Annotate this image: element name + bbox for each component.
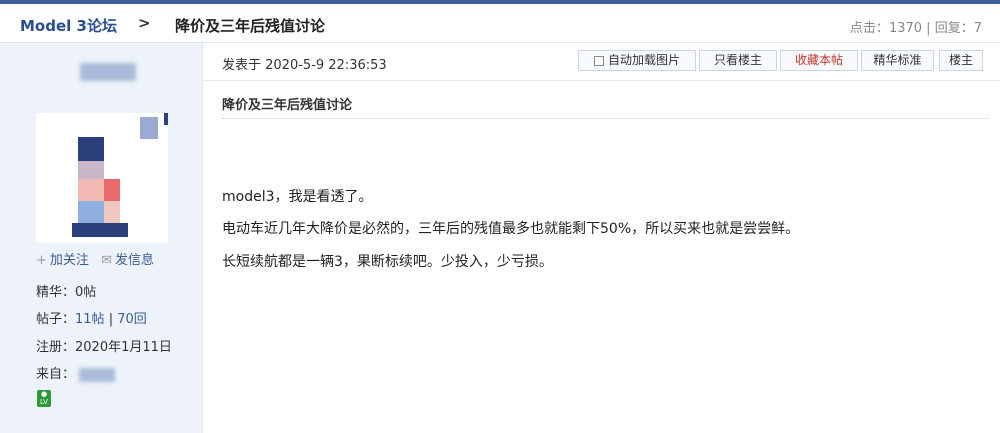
- posts-divider: |: [108, 312, 114, 327]
- post-line-1: model3，我是看透了。: [222, 189, 373, 205]
- from-location-blurred: [79, 367, 116, 382]
- post-header: 发表于 2020-5-9 22:36:53 自动加载图片 只看楼主 收藏本帖 精…: [203, 43, 1000, 81]
- post-timestamp: 发表于 2020-5-9 22:36:53: [222, 58, 387, 73]
- post-line-3: 长短续航都是一辆3，果断标续吧。少投入，少亏损。: [222, 254, 553, 270]
- replies-count: 7: [973, 21, 982, 36]
- views-label: 点击：: [849, 21, 889, 36]
- level-badge-icon: ● LV: [37, 390, 51, 407]
- breadcrumb-forum-link[interactable]: Model 3论坛: [20, 15, 117, 36]
- author-actions: + 加关注 ✉ 发信息: [36, 249, 154, 268]
- follow-button[interactable]: + 加关注: [36, 253, 89, 268]
- posts-link[interactable]: 11帖: [75, 312, 105, 327]
- follow-label: 加关注: [49, 253, 89, 268]
- author-posts: 帖子：11帖 | 70回: [36, 308, 147, 327]
- author-registered: 注册：2020年1月11日: [36, 340, 172, 355]
- author-username-blurred[interactable]: [80, 63, 136, 81]
- essence-standard-button[interactable]: 精华标准: [861, 50, 934, 71]
- floor-label: 楼主: [939, 50, 983, 71]
- plus-icon: +: [36, 253, 47, 268]
- from-label: 来自：: [36, 367, 76, 382]
- thread-header: Model 3论坛 > 降价及三年后残值讨论 点击：1370 | 回复：7: [0, 4, 1000, 43]
- breadcrumb-thread-title: 降价及三年后残值讨论: [175, 17, 326, 35]
- replies-label: 回复：: [934, 21, 974, 36]
- favorite-button[interactable]: 收藏本帖: [780, 50, 858, 71]
- title-divider: [222, 118, 988, 119]
- views-count: 1370: [888, 21, 923, 36]
- checkbox-icon[interactable]: [593, 55, 604, 66]
- replies-link[interactable]: 70回: [117, 312, 147, 327]
- author-sidebar: + 加关注 ✉ 发信息 精华：0帖 帖子：11帖 | 70回 注册：2020年1月1…: [0, 43, 203, 433]
- breadcrumb-separator: >: [138, 14, 151, 32]
- author-essence: 精华：0帖: [36, 285, 97, 300]
- only-op-button[interactable]: 只看楼主: [699, 50, 777, 71]
- post-title: 降价及三年后残值讨论: [222, 98, 353, 113]
- thread-stats: 点击：1370 | 回复：7: [850, 17, 982, 36]
- message-label: 发信息: [114, 253, 154, 268]
- auto-load-images-label: 自动加载图片: [607, 53, 680, 67]
- posts-label: 帖子：: [36, 312, 76, 327]
- message-button[interactable]: ✉ 发信息: [101, 253, 154, 268]
- avatar[interactable]: [36, 113, 168, 243]
- envelope-icon: ✉: [101, 253, 112, 268]
- post-line-2: 电动车近几年大降价是必然的，三年后的残值最多也就能剩下50%，所以买来也就是尝尝…: [222, 221, 800, 237]
- stats-divider: |: [926, 21, 931, 36]
- author-from: 来自：: [36, 363, 116, 382]
- auto-load-images-toggle[interactable]: 自动加载图片: [578, 50, 696, 71]
